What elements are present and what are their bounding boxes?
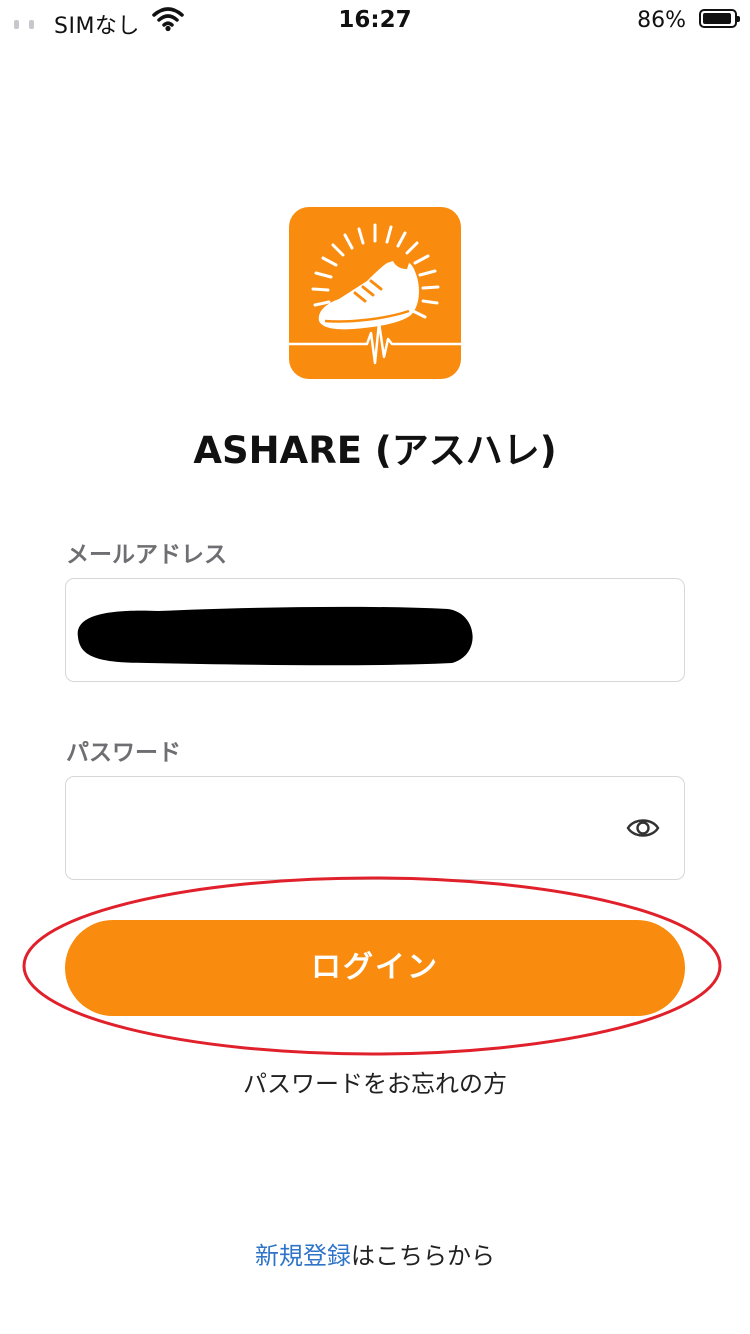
login-button[interactable]: ログイン xyxy=(65,920,685,1016)
login-screen: SIMなし 16:27 86% ASHARE (アスハレ) メールアドレス パス… xyxy=(0,0,750,1334)
signup-link[interactable]: 新規登録 xyxy=(255,1242,351,1270)
app-title: ASHARE (アスハレ) xyxy=(193,429,557,472)
redaction-mark xyxy=(77,606,473,666)
password-label: パスワード xyxy=(66,740,181,766)
running-shoe-sunburst-icon xyxy=(289,223,461,365)
email-field-box[interactable] xyxy=(65,578,685,682)
password-field[interactable] xyxy=(86,777,626,879)
signup-suffix: はこちらから xyxy=(351,1242,495,1270)
eye-icon[interactable] xyxy=(626,815,660,841)
battery-percentage: 86% xyxy=(637,8,686,33)
password-field-box[interactable] xyxy=(65,776,685,880)
status-bar: SIMなし 16:27 86% xyxy=(0,0,750,42)
app-logo xyxy=(289,207,461,379)
email-label: メールアドレス xyxy=(66,542,227,568)
forgot-password-link[interactable]: パスワードをお忘れの方 xyxy=(0,1064,750,1099)
battery-icon xyxy=(699,9,740,28)
signup-line: 新規登録はこちらから xyxy=(0,1236,750,1271)
